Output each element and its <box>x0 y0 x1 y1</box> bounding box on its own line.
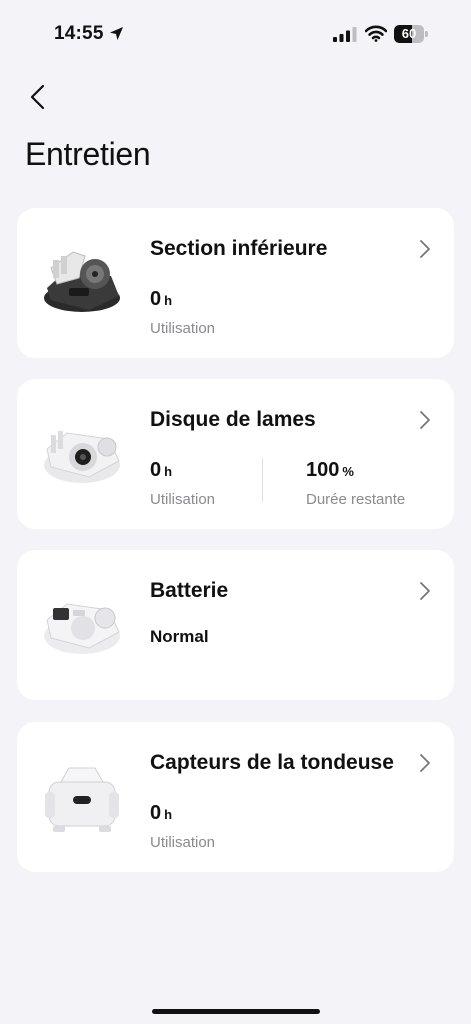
usage-value: 0 <box>150 459 162 481</box>
usage-metric: 0h Utilisation <box>150 802 215 855</box>
battery-component-image <box>44 603 120 654</box>
remaining-value: 100 <box>306 459 340 481</box>
usage-label: Utilisation <box>150 491 216 508</box>
status-time: 14:55 <box>54 23 104 44</box>
usage-label: Utilisation <box>150 834 216 851</box>
usage-metric: 0h Utilisation <box>150 459 215 512</box>
battery-status: Normal <box>150 627 209 646</box>
usage-unit: h <box>164 293 173 308</box>
usage-value: 0 <box>150 288 162 310</box>
usage-metric: 0h Utilisation <box>150 288 215 341</box>
battery-level: 60 <box>401 26 417 41</box>
page-title: Entretien <box>25 136 151 172</box>
chevron-left-icon <box>30 84 45 110</box>
remaining-life-metric: 100% Durée restante <box>306 459 416 512</box>
usage-value: 0 <box>150 802 162 824</box>
card-title: Section inférieure <box>150 237 328 260</box>
wifi-icon <box>365 25 387 42</box>
maintenance-screen: 14:55 60 Entretien Section inférieure 0 … <box>0 0 471 1024</box>
chevron-right-icon <box>420 754 430 772</box>
usage-unit: h <box>164 464 173 479</box>
blade-disc-image <box>44 431 120 483</box>
chevron-right-icon <box>420 411 430 429</box>
card-mower-sensors[interactable]: Capteurs de la tondeuse 0h Utilisation <box>17 722 454 872</box>
metric-divider <box>262 458 263 502</box>
card-title: Capteurs de la tondeuse <box>150 751 394 774</box>
remaining-label: Durée restante <box>306 491 406 508</box>
remaining-unit: % <box>342 464 354 479</box>
status-bar: 14:55 60 <box>0 0 471 70</box>
battery-body: 60 <box>394 25 424 43</box>
card-title: Disque de lames <box>150 408 316 431</box>
battery-icon: 60 <box>394 25 428 43</box>
usage-unit: h <box>164 807 173 822</box>
cellular-signal-icon <box>333 27 357 42</box>
chevron-right-icon <box>420 240 430 258</box>
card-lower-section[interactable]: Section inférieure 0h Utilisation <box>17 208 454 358</box>
card-blade-disc[interactable]: Disque de lames 0h Utilisation 100% Duré… <box>17 379 454 529</box>
battery-cap <box>425 31 428 37</box>
card-title: Batterie <box>150 579 229 602</box>
back-button[interactable] <box>24 82 54 112</box>
chevron-right-icon <box>420 582 430 600</box>
location-arrow-icon <box>109 26 124 41</box>
home-indicator[interactable] <box>152 1009 320 1014</box>
usage-label: Utilisation <box>150 320 216 337</box>
lower-section-image <box>44 251 120 312</box>
mower-sensors-image <box>45 767 119 832</box>
card-battery[interactable]: Batterie Normal <box>17 550 454 700</box>
